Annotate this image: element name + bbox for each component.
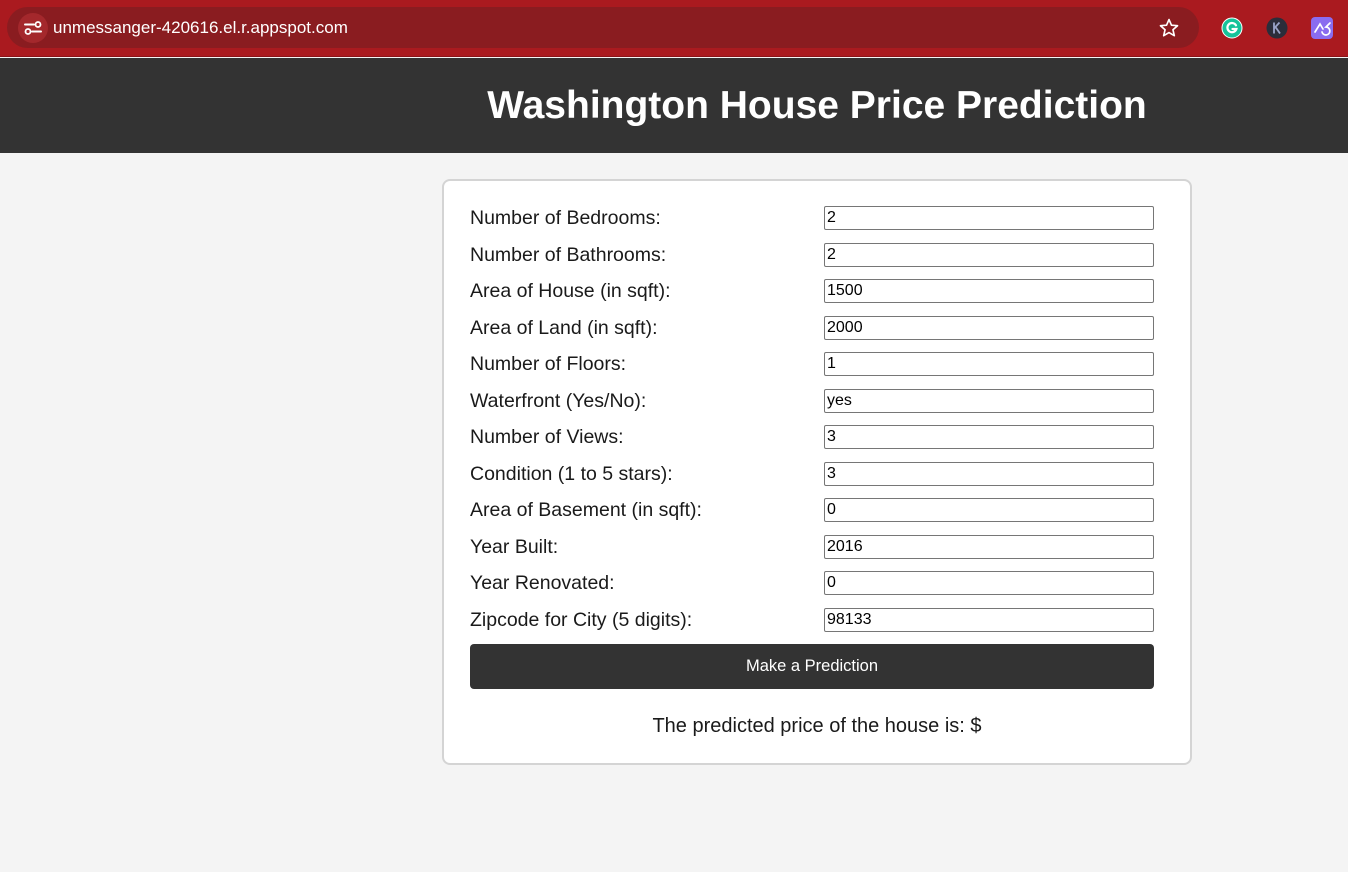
land-area-label: Area of Land (in sqft): (470, 317, 658, 339)
basement-area-input[interactable] (824, 498, 1154, 522)
condition-label: Condition (1 to 5 stars): (470, 463, 673, 485)
zipcode-label: Zipcode for City (5 digits): (470, 609, 693, 631)
prediction-result: The predicted price of the house is: $ (652, 715, 982, 737)
k-extension-icon[interactable] (1266, 17, 1288, 39)
bathrooms-row: Number of Bathrooms: (470, 243, 1154, 267)
views-row: Number of Views: (470, 425, 1154, 449)
page-header: Washington House Price Prediction (0, 58, 1348, 153)
basement-area-row: Area of Basement (in sqft): (470, 498, 1154, 522)
url-text[interactable]: unmessanger-420616.el.r.appspot.com (53, 18, 348, 38)
views-label: Number of Views: (470, 426, 624, 448)
site-info-icon[interactable] (18, 13, 48, 43)
land-area-input[interactable] (824, 316, 1154, 340)
bathrooms-label: Number of Bathrooms: (470, 244, 667, 266)
land-area-row: Area of Land (in sqft): (470, 316, 1154, 340)
year-renovated-input[interactable] (824, 571, 1154, 595)
year-built-row: Year Built: (470, 535, 1154, 559)
bookmark-star-icon[interactable] (1157, 16, 1181, 40)
floors-input[interactable] (824, 352, 1154, 376)
waterfront-row: Waterfront (Yes/No): (470, 389, 1154, 413)
house-area-row: Area of House (in sqft): (470, 279, 1154, 303)
grammarly-icon[interactable] (1221, 17, 1243, 39)
year-built-label: Year Built: (470, 536, 559, 558)
floors-label: Number of Floors: (470, 353, 627, 375)
prediction-form: Number of Bedrooms: Number of Bathrooms:… (442, 179, 1192, 765)
house-area-input[interactable] (824, 279, 1154, 303)
floors-row: Number of Floors: (470, 352, 1154, 376)
zipcode-input[interactable] (824, 608, 1154, 632)
bedrooms-row: Number of Bedrooms: (470, 206, 1154, 230)
condition-input[interactable] (824, 462, 1154, 486)
zipcode-row: Zipcode for City (5 digits): (470, 608, 1154, 632)
browser-toolbar: unmessanger-420616.el.r.appspot.com (0, 0, 1348, 57)
purple-extension-icon[interactable] (1311, 17, 1333, 39)
year-renovated-row: Year Renovated: (470, 571, 1154, 595)
make-prediction-button[interactable]: Make a Prediction (470, 644, 1154, 689)
condition-row: Condition (1 to 5 stars): (470, 462, 1154, 486)
bedrooms-input[interactable] (824, 206, 1154, 230)
basement-area-label: Area of Basement (in sqft): (470, 499, 702, 521)
waterfront-input[interactable] (824, 389, 1154, 413)
house-area-label: Area of House (in sqft): (470, 280, 671, 302)
page-title: Washington House Price Prediction (487, 84, 1147, 127)
year-built-input[interactable] (824, 535, 1154, 559)
waterfront-label: Waterfront (Yes/No): (470, 390, 647, 412)
views-input[interactable] (824, 425, 1154, 449)
year-renovated-label: Year Renovated: (470, 572, 615, 594)
bathrooms-input[interactable] (824, 243, 1154, 267)
address-bar[interactable]: unmessanger-420616.el.r.appspot.com (7, 7, 1199, 48)
bedrooms-label: Number of Bedrooms: (470, 207, 661, 229)
